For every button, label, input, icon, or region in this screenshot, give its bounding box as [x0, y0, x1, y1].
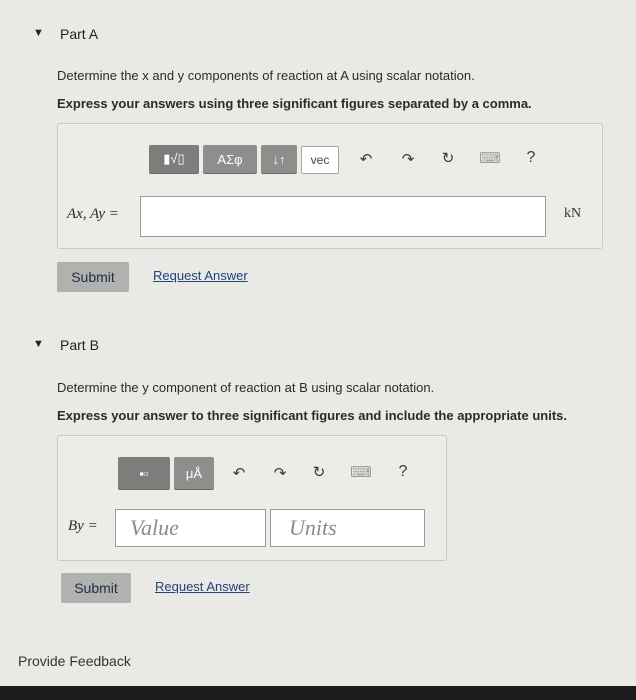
keyboard-icon[interactable]: ⌨ [478, 149, 502, 167]
templates-icon: ▮√▯ [163, 151, 185, 166]
part-a-question-text: Determine the x and y components of reac… [57, 68, 475, 83]
greek-letters-button[interactable]: AΣφ [203, 145, 257, 173]
part-a-submit-button[interactable]: Submit [57, 262, 129, 292]
templates-button[interactable]: ▮√▯ [149, 145, 199, 173]
value-placeholder: Value [130, 515, 179, 540]
part-a-instruction: Express your answers using three signifi… [57, 96, 532, 111]
help-icon: ? [526, 149, 536, 166]
part-a-collapse-icon[interactable]: ▼ [33, 27, 44, 39]
arrows-button[interactable]: ↓↑ [261, 145, 297, 173]
reset-icon-b[interactable]: ↻ [309, 463, 329, 481]
undo-icon[interactable]: ↶ [356, 150, 376, 168]
templates-icon-b: ▪▫ [139, 465, 149, 481]
undo-icon-b[interactable]: ↶ [229, 464, 249, 482]
part-a-unit: kN [564, 206, 582, 221]
part-a-answer-input[interactable] [140, 196, 546, 237]
value-input[interactable]: Value [115, 509, 266, 547]
reset-icon[interactable]: ↻ [438, 149, 458, 167]
units-input[interactable]: Units [270, 509, 425, 547]
part-a-submit-label: Submit [71, 269, 115, 285]
bottom-edge-bar [0, 686, 636, 700]
part-a-answer-label: Ax, Ay = [67, 206, 119, 222]
arrows-icon: ↓↑ [272, 151, 286, 167]
provide-feedback-link[interactable]: Provide Feedback [18, 653, 131, 669]
greek-icon: AΣφ [217, 151, 243, 167]
vector-label: vec [310, 153, 330, 167]
part-a-title: Part A [60, 26, 99, 42]
help-button[interactable]: ? [521, 149, 541, 167]
redo-icon-b[interactable]: ↷ [270, 464, 290, 482]
units-button[interactable]: μÅ [174, 457, 214, 489]
part-a-request-answer-link[interactable]: Request Answer [153, 268, 248, 283]
part-b-question: Determine the y component of reaction at… [57, 380, 435, 395]
redo-icon[interactable]: ↷ [398, 150, 418, 168]
units-icon: μÅ [185, 465, 203, 481]
templates-button-b[interactable]: ▪▫ [118, 457, 170, 489]
units-placeholder: Units [289, 515, 337, 540]
keyboard-icon-b[interactable]: ⌨ [349, 463, 373, 481]
part-b-title: Part B [60, 337, 99, 353]
part-b-submit-button[interactable]: Submit [61, 573, 131, 603]
part-b-request-answer-link[interactable]: Request Answer [155, 579, 250, 594]
part-b-instruction: Express your answer to three significant… [57, 408, 567, 423]
part-b-submit-label: Submit [74, 580, 118, 596]
part-b-collapse-icon[interactable]: ▼ [33, 338, 44, 350]
part-a-question: Determine the x and y components of reac… [57, 68, 475, 83]
vector-button[interactable]: vec [301, 146, 339, 174]
help-button-b[interactable]: ? [393, 463, 413, 481]
part-b-answer-label: By = [68, 518, 98, 534]
help-icon-b: ? [398, 463, 408, 480]
